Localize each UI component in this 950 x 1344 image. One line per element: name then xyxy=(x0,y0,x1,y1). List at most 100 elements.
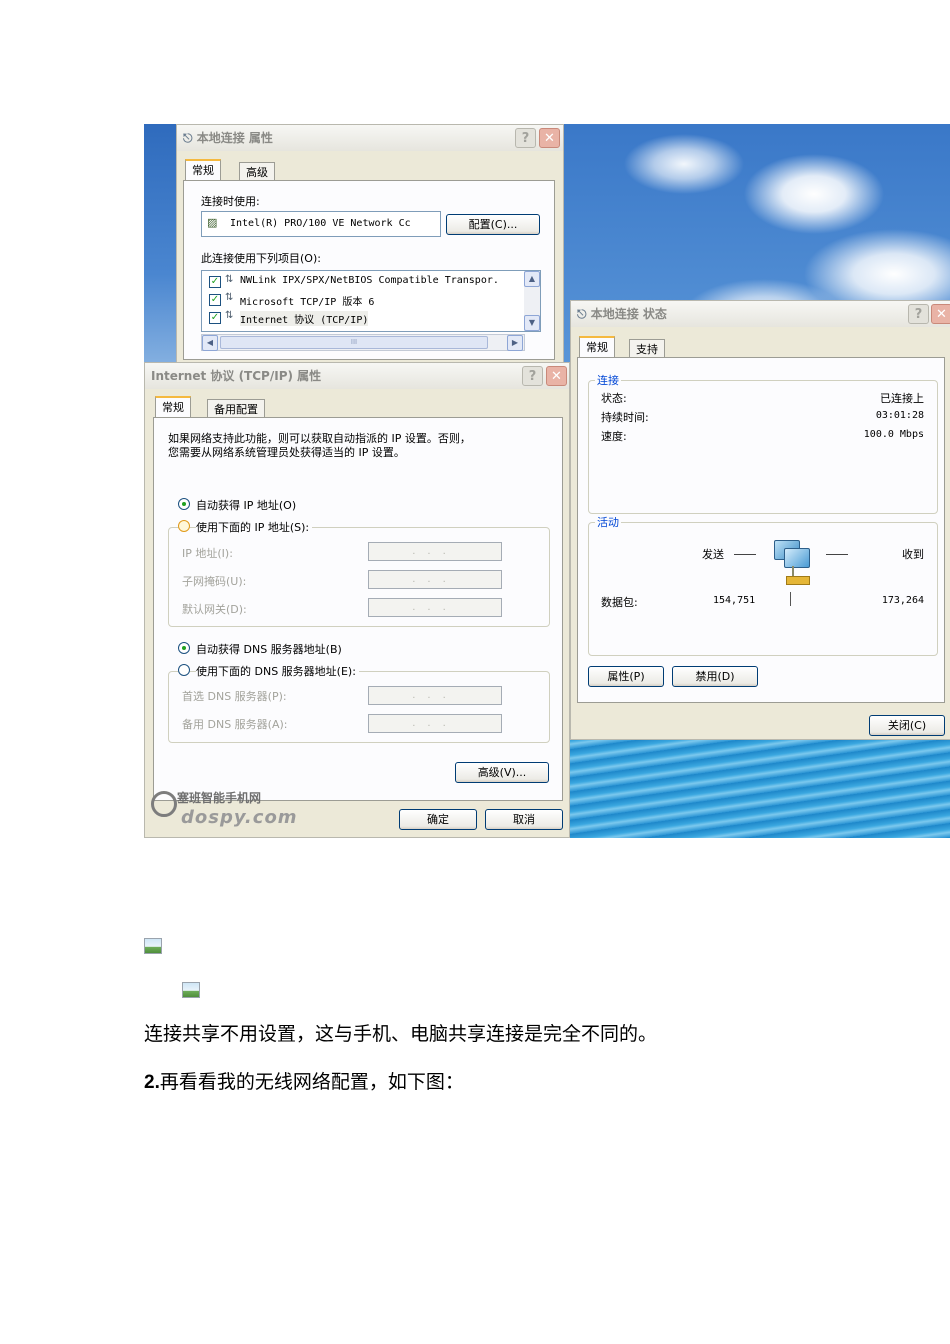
list-item-selected[interactable]: Internet 协议 (TCP/IP) xyxy=(240,311,369,326)
items-label: 此连接使用下列项目(O): xyxy=(201,252,321,265)
tab-panel: 连接 状态: 已连接上 持续时间: 03:01:28 速度: 100.0 Mbp… xyxy=(577,357,945,703)
packets-label: 数据包: xyxy=(601,596,638,609)
speed-value: 100.0 Mbps xyxy=(863,429,924,440)
adapter-name: Intel(R) PRO/100 VE Network Cc xyxy=(230,218,411,229)
packets-divider xyxy=(790,592,791,606)
received-line xyxy=(826,554,848,555)
auto-ip-radio[interactable] xyxy=(178,498,190,510)
tab-panel: 如果网络支持此功能，则可以获取自动指派的 IP 设置。否则， 您需要从网络系统管… xyxy=(153,417,563,801)
close-button[interactable]: ✕ xyxy=(546,366,567,386)
connection-group-label: 连接 xyxy=(595,372,621,388)
configure-button[interactable]: 配置(C)... xyxy=(446,214,540,235)
manual-ip-radio[interactable] xyxy=(178,520,190,532)
vertical-scrollbar[interactable]: ▲ ▼ xyxy=(524,271,540,331)
list-item[interactable]: NWLink IPX/SPX/NetBIOS Compatible Transp… xyxy=(240,275,499,286)
auto-dns-label[interactable]: 自动获得 DNS 服务器地址(B) xyxy=(196,641,342,657)
activity-group-label: 活动 xyxy=(595,514,621,530)
manual-dns-radio[interactable] xyxy=(178,664,190,676)
scroll-thumb[interactable]: III xyxy=(220,336,488,349)
ip-address-label: IP 地址(I): xyxy=(182,547,233,560)
help-button[interactable]: ? xyxy=(515,128,536,148)
manual-ip-label[interactable]: 使用下面的 IP 地址(S): xyxy=(196,519,313,535)
scroll-left-arrow-icon[interactable]: ◀ xyxy=(202,335,218,351)
title-bar[interactable]: ⎋ 本地连接 属性 xyxy=(177,125,563,151)
packets-received-value: 173,264 xyxy=(881,595,924,606)
tab-general[interactable]: 常规 xyxy=(155,396,191,418)
state-label: 状态: xyxy=(601,392,627,405)
desktop-background-sea xyxy=(564,736,950,838)
manual-dns-label[interactable]: 使用下面的 DNS 服务器地址(E): xyxy=(196,663,359,679)
scroll-right-arrow-icon[interactable]: ▶ xyxy=(507,335,523,351)
auto-ip-label[interactable]: 自动获得 IP 地址(O) xyxy=(196,497,296,513)
title-bar[interactable]: ⎋ 本地连接 状态 xyxy=(571,301,950,327)
activity-group xyxy=(588,522,938,656)
local-connection-properties-window: ⎋ 本地连接 属性 ? ✕ 常规 高级 连接时使用: ▨ Intel(R) PR… xyxy=(176,124,564,369)
help-button[interactable]: ? xyxy=(522,366,543,386)
scroll-up-arrow-icon[interactable]: ▲ xyxy=(524,271,540,287)
local-connection-status-window: ⎋ 本地连接 状态 ? ✕ 常规 支持 连接 状态: 已连接上 持续时间: 03… xyxy=(570,300,950,740)
broken-image-icon xyxy=(182,982,200,998)
title-bar[interactable]: Internet 协议 (TCP/IP) 属性 xyxy=(145,363,569,389)
state-value: 已连接上 xyxy=(880,392,924,405)
watermark-logo: 塞班智能手机网 dospy.com xyxy=(149,785,299,835)
tab-general[interactable]: 常规 xyxy=(579,336,615,358)
connect-using-label: 连接时使用: xyxy=(201,195,260,208)
watermark-line-1: 塞班智能手机网 xyxy=(177,791,262,805)
packets-sent-value: 154,751 xyxy=(713,595,756,606)
list-number: 2. xyxy=(144,1072,160,1093)
window-title: 本地连接 状态 xyxy=(590,307,667,321)
protocol-icon: ⇅ xyxy=(225,310,234,321)
tcpip-properties-window: Internet 协议 (TCP/IP) 属性 ? ✕ 常规 备用配置 如果网络… xyxy=(144,362,570,838)
cancel-button[interactable]: 取消 xyxy=(485,809,563,830)
subnet-mask-field: ... xyxy=(368,570,502,589)
alternate-dns-field: ... xyxy=(368,714,502,733)
advanced-button[interactable]: 高级(V)... xyxy=(455,762,549,783)
item-checkbox[interactable]: ✓ xyxy=(209,312,221,324)
list-item[interactable]: Microsoft TCP/IP 版本 6 xyxy=(240,293,374,308)
tab-support[interactable]: 支持 xyxy=(629,339,665,359)
close-dialog-button[interactable]: 关闭(C) xyxy=(869,715,945,736)
default-gateway-label: 默认网关(D): xyxy=(182,603,247,616)
adapter-field: ▨ Intel(R) PRO/100 VE Network Cc xyxy=(201,211,441,237)
duration-value: 03:01:28 xyxy=(875,410,924,421)
items-list: ✓ ⇅ NWLink IPX/SPX/NetBIOS Compatible Tr… xyxy=(201,270,541,332)
tab-panel: 连接时使用: ▨ Intel(R) PRO/100 VE Network Cc … xyxy=(183,180,555,360)
disable-button[interactable]: 禁用(D) xyxy=(672,666,758,687)
alternate-dns-label: 备用 DNS 服务器(A): xyxy=(182,718,288,731)
sent-label: 发送 xyxy=(702,548,724,561)
paragraph-2: 2.再看看我的无线网络配置，如下图： xyxy=(144,1067,464,1094)
protocol-icon: ⇅ xyxy=(225,274,234,285)
sent-line xyxy=(734,554,756,555)
window-title: Internet 协议 (TCP/IP) 属性 xyxy=(151,369,322,383)
tab-advanced[interactable]: 高级 xyxy=(239,162,275,182)
watermark-line-2: dospy.com xyxy=(181,807,298,828)
description-line-2: 您需要从网络系统管理员处获得适当的 IP 设置。 xyxy=(168,446,405,459)
preferred-dns-field: ... xyxy=(368,686,502,705)
received-label: 收到 xyxy=(902,548,924,561)
network-card-icon: ▨ xyxy=(207,216,218,229)
ip-address-field: ... xyxy=(368,542,502,561)
broken-image-icon xyxy=(144,938,162,954)
network-computers-icon xyxy=(770,536,816,586)
duration-label: 持续时间: xyxy=(601,411,649,424)
default-gateway-field: ... xyxy=(368,598,502,617)
screenshot-image: ⎋ 本地连接 属性 ? ✕ 常规 高级 连接时使用: ▨ Intel(R) PR… xyxy=(144,124,950,838)
speed-label: 速度: xyxy=(601,430,627,443)
scroll-down-arrow-icon[interactable]: ▼ xyxy=(524,315,540,331)
paragraph-2-text: 再看看我的无线网络配置，如下图： xyxy=(159,1071,464,1093)
help-button[interactable]: ? xyxy=(908,304,929,324)
tab-general[interactable]: 常规 xyxy=(185,159,221,181)
auto-dns-radio[interactable] xyxy=(178,642,190,654)
ok-button[interactable]: 确定 xyxy=(399,809,477,830)
properties-button[interactable]: 属性(P) xyxy=(588,666,664,687)
item-checkbox[interactable]: ✓ xyxy=(209,294,221,306)
close-button[interactable]: ✕ xyxy=(539,128,560,148)
close-button[interactable]: ✕ xyxy=(931,304,950,324)
item-checkbox[interactable]: ✓ xyxy=(209,276,221,288)
paragraph-1: 连接共享不用设置，这与手机、电脑共享连接是完全不同的。 xyxy=(144,1023,658,1045)
tab-alternate-config[interactable]: 备用配置 xyxy=(207,399,265,419)
horizontal-scrollbar[interactable]: ◀ III ▶ xyxy=(201,334,525,351)
protocol-icon: ⇅ xyxy=(225,292,234,303)
preferred-dns-label: 首选 DNS 服务器(P): xyxy=(182,690,287,703)
network-icon: ⎋ xyxy=(183,131,193,145)
